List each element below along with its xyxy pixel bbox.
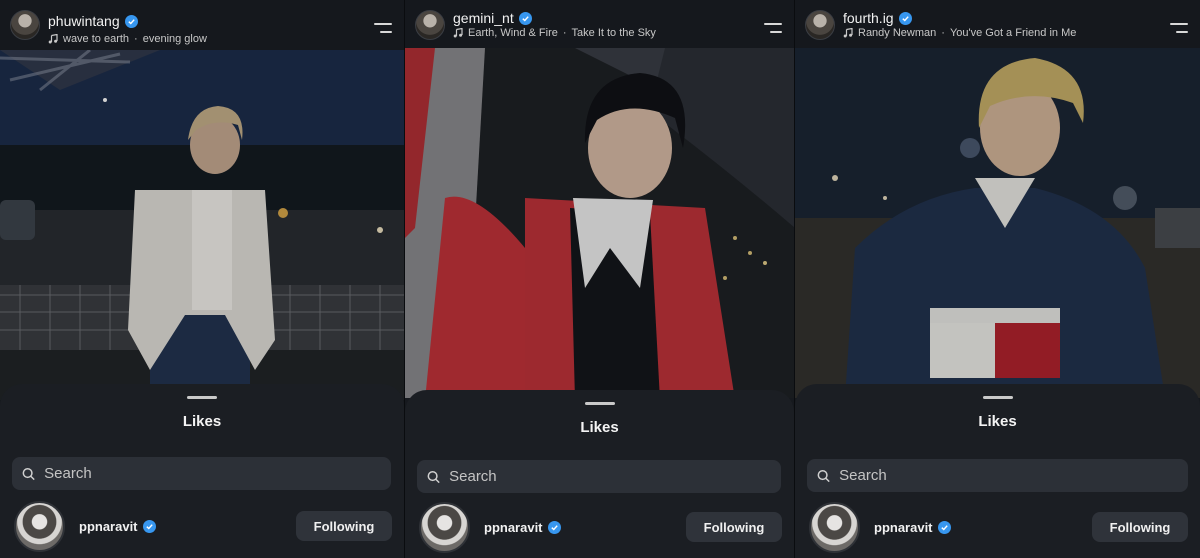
- search-icon: [22, 467, 35, 480]
- likes-sheet: Likes ppnaravit Following: [405, 390, 794, 558]
- following-button[interactable]: Following: [686, 512, 782, 542]
- following-button[interactable]: Following: [296, 511, 392, 541]
- likes-search-bar[interactable]: [807, 459, 1188, 492]
- song-artist: Earth, Wind & Fire: [468, 27, 558, 39]
- sheet-grab-handle[interactable]: [584, 402, 615, 405]
- music-note-icon: [48, 34, 58, 44]
- post-header: fourth.ig Randy Newman · You've Got a Fr…: [795, 0, 1200, 48]
- author-avatar[interactable]: [805, 10, 835, 40]
- verified-badge-icon: [937, 520, 951, 534]
- liker-username[interactable]: ppnaravit: [79, 519, 156, 534]
- search-icon: [817, 469, 830, 482]
- post-panel-3: fourth.ig Randy Newman · You've Got a Fr…: [794, 0, 1200, 558]
- post-photo[interactable]: [795, 48, 1200, 398]
- menu-icon[interactable]: [1168, 21, 1188, 35]
- likes-search-bar[interactable]: [417, 460, 781, 493]
- likes-sheet: Likes ppnaravit Following: [795, 384, 1200, 558]
- verified-badge-icon: [547, 520, 561, 534]
- post-photo[interactable]: [405, 48, 794, 398]
- song-title: evening glow: [142, 33, 207, 45]
- sheet-grab-handle[interactable]: [187, 396, 217, 399]
- post-photo[interactable]: [0, 50, 404, 400]
- liker-username[interactable]: ppnaravit: [484, 520, 561, 535]
- likes-title: Likes: [978, 413, 1017, 430]
- instagram-screens: phuwintang wave to earth · evening glow: [0, 0, 1200, 558]
- liker-avatar[interactable]: [419, 501, 470, 553]
- author-avatar[interactable]: [415, 10, 445, 40]
- song-artist: wave to earth: [63, 33, 130, 45]
- search-icon: [427, 470, 440, 483]
- post-audio[interactable]: wave to earth · evening glow: [48, 33, 207, 45]
- liker-row[interactable]: ppnaravit Following: [809, 501, 1188, 553]
- author-username[interactable]: fourth.ig: [843, 10, 912, 26]
- post-header: phuwintang wave to earth · evening glow: [0, 0, 404, 50]
- liker-row[interactable]: ppnaravit Following: [419, 501, 782, 553]
- likes-search-bar[interactable]: [12, 457, 391, 490]
- author-username-text[interactable]: fourth.ig: [843, 10, 894, 26]
- song-separator: ·: [562, 27, 567, 39]
- song-separator: ·: [134, 33, 138, 45]
- author-username-text[interactable]: gemini_nt: [453, 10, 514, 26]
- search-input[interactable]: [839, 467, 1188, 484]
- menu-icon[interactable]: [762, 21, 782, 35]
- author-username[interactable]: phuwintang: [48, 13, 138, 29]
- post-audio[interactable]: Randy Newman · You've Got a Friend in Me: [843, 27, 1076, 39]
- author-username-text[interactable]: phuwintang: [48, 13, 120, 29]
- music-note-icon: [453, 28, 463, 38]
- liker-username-text[interactable]: ppnaravit: [484, 520, 543, 535]
- following-button[interactable]: Following: [1092, 512, 1188, 542]
- song-title: You've Got a Friend in Me: [949, 27, 1077, 39]
- verified-badge-icon: [518, 11, 532, 25]
- liker-username-text[interactable]: ppnaravit: [874, 520, 933, 535]
- post-panel-2: gemini_nt Earth, Wind & Fire · Take It t…: [404, 0, 794, 558]
- sheet-grab-handle[interactable]: [982, 396, 1013, 399]
- search-input[interactable]: [44, 465, 391, 482]
- search-input[interactable]: [449, 468, 781, 485]
- post-panel-1: phuwintang wave to earth · evening glow: [0, 0, 404, 558]
- author-username[interactable]: gemini_nt: [453, 10, 532, 26]
- verified-badge-icon: [124, 14, 138, 28]
- liker-avatar[interactable]: [809, 501, 860, 553]
- menu-icon[interactable]: [372, 21, 392, 35]
- liker-username[interactable]: ppnaravit: [874, 520, 951, 535]
- author-avatar[interactable]: [10, 10, 40, 40]
- likes-sheet: Likes ppnaravit Following: [0, 384, 404, 558]
- song-title: Take It to the Sky: [571, 27, 656, 39]
- song-artist: Randy Newman: [858, 27, 937, 39]
- music-note-icon: [843, 28, 853, 38]
- liker-avatar[interactable]: [14, 500, 65, 552]
- likes-title: Likes: [182, 413, 222, 430]
- post-audio[interactable]: Earth, Wind & Fire · Take It to the Sky: [453, 27, 656, 39]
- post-header: gemini_nt Earth, Wind & Fire · Take It t…: [405, 0, 794, 48]
- verified-badge-icon: [898, 11, 912, 25]
- song-separator: ·: [941, 27, 945, 39]
- liker-row[interactable]: ppnaravit Following: [14, 500, 392, 552]
- verified-badge-icon: [142, 519, 156, 533]
- likes-title: Likes: [580, 419, 619, 436]
- liker-username-text[interactable]: ppnaravit: [79, 519, 138, 534]
